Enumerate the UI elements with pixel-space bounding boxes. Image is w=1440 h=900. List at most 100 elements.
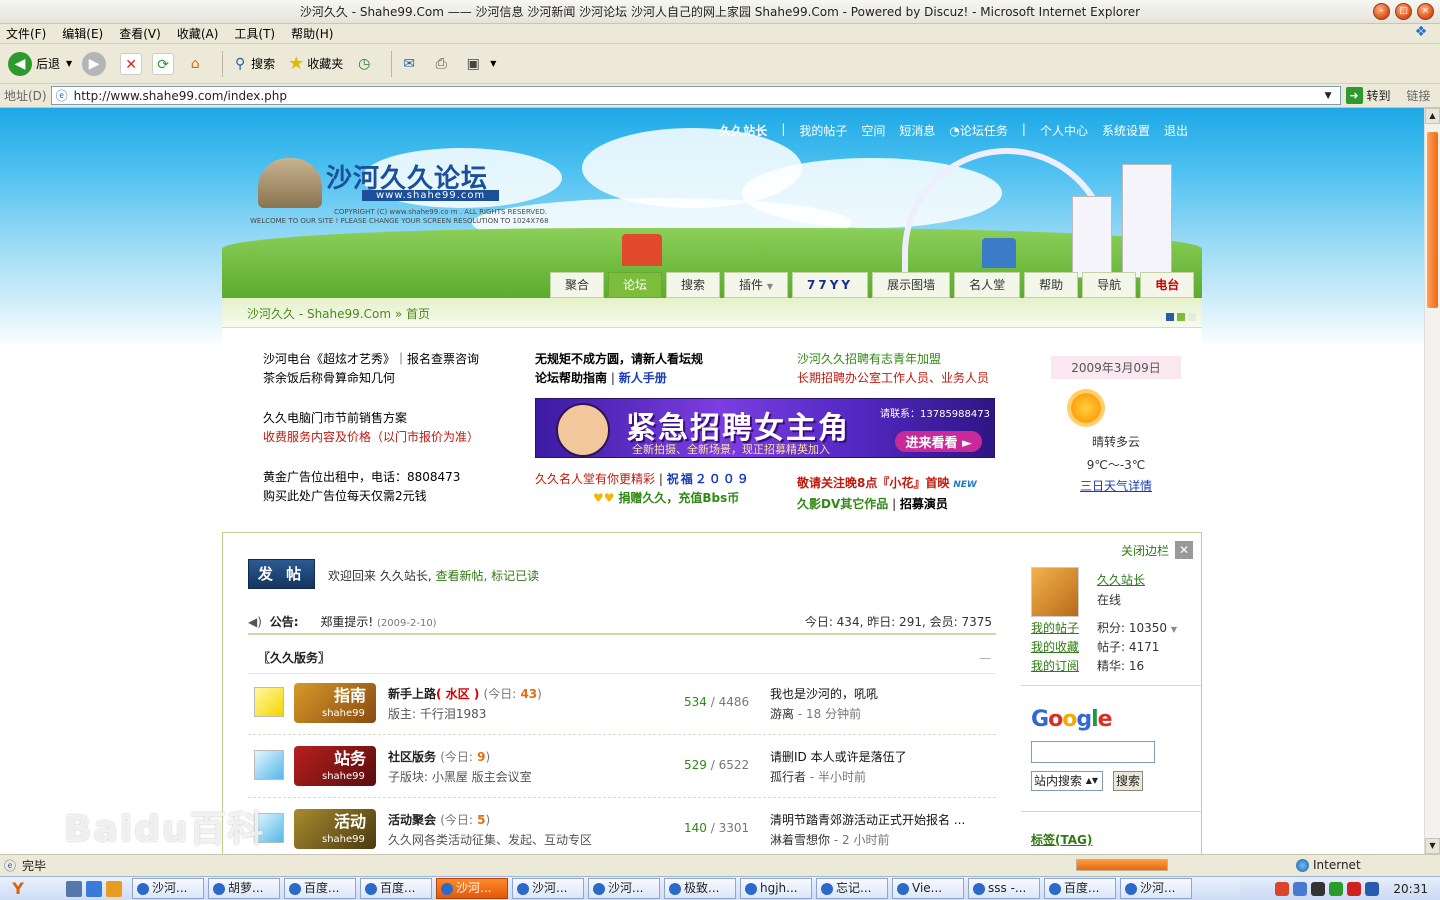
- nav-user-center[interactable]: 个人中心: [1040, 122, 1088, 139]
- nav-my-posts[interactable]: 我的帖子: [799, 122, 847, 139]
- tab-forum[interactable]: 论坛: [608, 272, 663, 298]
- google-search-button[interactable]: 搜索: [1113, 771, 1143, 791]
- task-button-active[interactable]: 沙河...: [436, 878, 508, 899]
- collapse-icon[interactable]: —: [979, 651, 991, 665]
- ad-link[interactable]: 敬请关注晚8点『小花』首映: [797, 476, 949, 490]
- menu-file[interactable]: 文件(F): [6, 25, 46, 42]
- app-launch-icon[interactable]: [106, 880, 122, 897]
- close-icon[interactable]: ✕: [1175, 541, 1193, 559]
- tab-77yy[interactable]: 77YY: [792, 272, 869, 298]
- task-button[interactable]: 胡萝...: [208, 878, 280, 899]
- nav-messages[interactable]: 短消息: [899, 122, 935, 139]
- ad-link[interactable]: 久久电脑门市节前销售方案: [263, 409, 479, 428]
- back-button[interactable]: ◀ 后退 ▼: [8, 51, 72, 76]
- menu-view[interactable]: 查看(V): [119, 25, 161, 42]
- forum-icon-events[interactable]: 活动 shahe99: [294, 809, 376, 849]
- security-icon[interactable]: [1329, 882, 1344, 896]
- forum-name[interactable]: 新手上路( 水区 ) (今日: 43): [388, 685, 542, 702]
- print-button[interactable]: ⎙: [430, 53, 452, 75]
- minimize-button[interactable]: –: [1373, 3, 1390, 20]
- favorites-button[interactable]: ★ 收藏夹: [285, 53, 343, 75]
- last-post-title[interactable]: 请删ID 本人或许是落伍了: [770, 748, 907, 765]
- network-icon[interactable]: [1293, 882, 1308, 896]
- task-button[interactable]: 沙河...: [588, 878, 660, 899]
- scroll-up-icon[interactable]: ▲: [1425, 108, 1440, 124]
- chevron-down-icon[interactable]: ▼: [1171, 625, 1177, 634]
- nav-username[interactable]: 久久站长: [719, 122, 767, 139]
- task-button[interactable]: 极致...: [664, 878, 736, 899]
- sidebar-username[interactable]: 久久站长: [1097, 571, 1145, 588]
- ad-link[interactable]: 久久名人堂有你更精彩: [535, 472, 655, 486]
- tray-clock[interactable]: 20:31: [1393, 882, 1428, 896]
- ad-link[interactable]: 新人手册: [619, 371, 667, 385]
- antivirus-icon[interactable]: [1365, 882, 1380, 896]
- vertical-scrollbar[interactable]: ▲ ▼: [1424, 108, 1440, 854]
- nav-tasks[interactable]: ◔论坛任务: [949, 122, 1008, 139]
- breadcrumb-site[interactable]: 沙河久久 - Shahe99.Com: [247, 307, 391, 321]
- task-button[interactable]: 百度...: [1044, 878, 1116, 899]
- forward-button[interactable]: ▶: [82, 51, 110, 76]
- style-swatch-green[interactable]: [1177, 313, 1185, 321]
- style-swatch-blue[interactable]: [1166, 313, 1174, 321]
- ad-link[interactable]: 茶余饭后称骨算命知几何: [263, 369, 479, 388]
- edit-button[interactable]: ▣ ▼: [462, 53, 497, 75]
- tab-navigation[interactable]: 导航: [1082, 272, 1137, 298]
- tab-aggregate[interactable]: 聚合: [550, 272, 605, 298]
- forum-name[interactable]: 活动聚会 (今日: 5): [388, 811, 490, 828]
- ad-link[interactable]: 无规矩不成方圆，请新人看坛规: [535, 350, 703, 369]
- tab-hall-of-fame[interactable]: 名人堂: [954, 272, 1021, 298]
- last-post-title[interactable]: 清明节踏青郊游活动正式开始报名 ...: [770, 811, 965, 828]
- mark-read-link[interactable]: 标记已读: [491, 569, 539, 583]
- address-input[interactable]: ⓔ http://www.shahe99.com/index.php: [50, 86, 1341, 105]
- search-button[interactable]: ⚲ 搜索: [229, 53, 275, 75]
- links-button[interactable]: 链接: [1407, 87, 1431, 104]
- qq-icon[interactable]: [1311, 882, 1326, 896]
- close-button[interactable]: ×: [1417, 3, 1434, 20]
- announcement-title[interactable]: 郑重提示!: [320, 615, 373, 629]
- breadcrumb-home[interactable]: 首页: [406, 307, 430, 321]
- task-button[interactable]: sss -...: [968, 878, 1040, 899]
- search-scope-select[interactable]: 站内搜索 ▲▼: [1031, 771, 1103, 791]
- avatar[interactable]: [1031, 567, 1079, 617]
- nav-logout[interactable]: 退出: [1164, 122, 1188, 139]
- nav-settings[interactable]: 系统设置: [1102, 122, 1150, 139]
- dropdown-arrow-icon[interactable]: ▼: [490, 59, 496, 68]
- task-button[interactable]: 沙河...: [132, 878, 204, 899]
- tab-photo-wall[interactable]: 展示图墙: [872, 272, 951, 298]
- show-desktop-icon[interactable]: [66, 880, 82, 897]
- task-button[interactable]: Vie...: [892, 878, 964, 899]
- close-sidebar-control[interactable]: 关闭边栏 ✕: [1121, 541, 1193, 559]
- scrollbar-thumb[interactable]: [1427, 132, 1438, 308]
- sidebar-link-my-favorites[interactable]: 我的收藏: [1031, 638, 1079, 655]
- forum-icon-admin[interactable]: 站务 shahe99: [294, 746, 376, 786]
- banner-button[interactable]: 进来看看 ►: [895, 431, 982, 452]
- recruit-banner[interactable]: 紧急招聘女主角 全新拍摄、全新场景，现正招募精英加入 请联系：137859884…: [535, 398, 995, 458]
- tab-radio[interactable]: 电台: [1140, 272, 1195, 298]
- tab-search[interactable]: 搜索: [666, 272, 721, 298]
- section-title[interactable]: 〖久久版务〗: [258, 649, 330, 666]
- home-button[interactable]: ⌂: [184, 53, 206, 75]
- weather-details-link[interactable]: 三日天气详情: [1051, 477, 1181, 494]
- sidebar-link-my-posts[interactable]: 我的帖子: [1031, 619, 1079, 636]
- ie-launch-icon[interactable]: [86, 880, 102, 897]
- google-search-input[interactable]: [1031, 741, 1155, 763]
- start-button[interactable]: Y: [0, 878, 36, 900]
- menu-edit[interactable]: 编辑(E): [62, 25, 103, 42]
- tag-section-title[interactable]: 标签(TAG): [1031, 831, 1092, 848]
- task-button[interactable]: 忘记...: [816, 878, 888, 899]
- ad-link[interactable]: 捐赠久久，充值Bbs币: [618, 491, 739, 505]
- sidebar-link-my-subscriptions[interactable]: 我的订阅: [1031, 657, 1079, 674]
- stop-button[interactable]: ✕: [120, 52, 143, 75]
- task-button[interactable]: hgjh...: [740, 878, 812, 899]
- nav-space[interactable]: 空间: [861, 122, 885, 139]
- style-swatch-light[interactable]: [1188, 313, 1196, 321]
- history-button[interactable]: ◷: [353, 53, 375, 75]
- mail-button[interactable]: ✉: [398, 53, 420, 75]
- refresh-button[interactable]: ⟳: [152, 52, 175, 75]
- tab-help[interactable]: 帮助: [1024, 272, 1079, 298]
- tab-plugins[interactable]: 插件 ▼: [724, 272, 789, 298]
- go-button[interactable]: ➜ 转到: [1345, 87, 1391, 104]
- new-post-button[interactable]: 发 帖: [248, 559, 315, 589]
- menu-tools[interactable]: 工具(T): [234, 25, 275, 42]
- task-button[interactable]: 百度...: [360, 878, 432, 899]
